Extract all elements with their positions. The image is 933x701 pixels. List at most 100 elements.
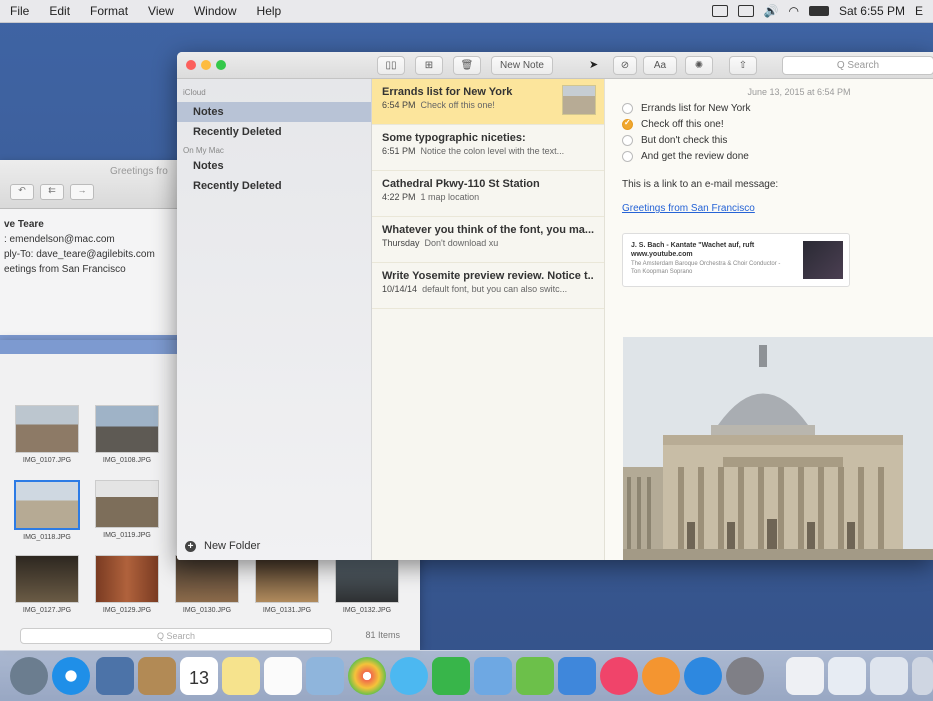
contacts-icon[interactable] — [138, 657, 176, 695]
note-thumbnail — [562, 85, 596, 115]
photo-thumb[interactable]: IMG_0130.JPG — [174, 555, 240, 614]
checkbox[interactable] — [622, 151, 633, 162]
cursor-icon: ➤ — [589, 59, 599, 71]
checkbox[interactable] — [622, 103, 633, 114]
mail-to: : emendelson@mac.com — [4, 234, 115, 245]
notes-toolbar: ▯▯ ⊞ 🗑 New Note ➤ ⊘ Aa ✺ ⇧ Q Search — [177, 52, 933, 79]
forward-button[interactable]: → — [70, 184, 94, 200]
launchpad-icon[interactable] — [10, 657, 48, 695]
note-item-selected[interactable]: Errands list for New York 6:54 PM Check … — [372, 79, 604, 125]
photo-name: IMG_0130.JPG — [182, 607, 232, 614]
checklist-item[interactable]: But don't check this — [622, 135, 933, 146]
photo-thumb[interactable]: IMG_0127.JPG — [14, 555, 80, 614]
basilica-photo[interactable] — [623, 337, 933, 560]
photo-button[interactable]: ✺ — [685, 56, 713, 75]
new-folder-button[interactable]: + New Folder — [185, 540, 260, 552]
photos-app-icon[interactable] — [348, 657, 386, 695]
wifi-icon[interactable]: ◠ — [788, 4, 798, 18]
menu-edit[interactable]: Edit — [39, 4, 80, 18]
menubar-extra[interactable]: E — [915, 4, 923, 18]
notes-search-field[interactable]: Q Search — [782, 56, 933, 75]
checklist-item[interactable]: Check off this one! — [622, 118, 933, 130]
preview-icon[interactable] — [306, 657, 344, 695]
ibooks-icon[interactable] — [642, 657, 680, 695]
checklist-item[interactable]: And get the review done — [622, 151, 933, 162]
app-store-icon[interactable] — [684, 657, 722, 695]
delete-button[interactable]: 🗑 — [453, 56, 481, 75]
folder-icloud-recently-deleted[interactable]: Recently Deleted — [177, 122, 371, 142]
photo-thumb[interactable]: IMG_0129.JPG — [94, 555, 160, 614]
photo-thumb-selected[interactable]: IMG_0118.JPG — [14, 480, 80, 541]
zoom-button[interactable] — [216, 60, 226, 70]
checkbox[interactable] — [622, 135, 633, 146]
reminders-icon[interactable] — [264, 657, 302, 695]
folder-mac-notes[interactable]: Notes — [177, 156, 371, 176]
calendar-icon[interactable]: 13 — [180, 657, 218, 695]
share-button[interactable]: ⇧ — [729, 56, 757, 75]
trash-icon: 🗑 — [460, 60, 474, 71]
keynote-icon[interactable] — [558, 657, 596, 695]
checklist-item[interactable]: Errands list for New York — [622, 103, 933, 114]
checkbox-checked[interactable] — [622, 118, 633, 130]
volume-icon[interactable]: 🔊 — [764, 4, 779, 18]
menu-file[interactable]: File — [0, 4, 39, 18]
camera-icon[interactable] — [711, 5, 728, 17]
new-note-button[interactable]: New Note — [491, 56, 553, 75]
minimize-button[interactable] — [201, 60, 211, 70]
document-icon[interactable] — [786, 657, 824, 695]
attachments-button[interactable]: ⊞ — [415, 56, 443, 75]
photo-image — [14, 480, 80, 530]
format-label: Aa — [653, 60, 667, 71]
facetime-icon[interactable] — [432, 657, 470, 695]
checklist-button[interactable]: ⊘ — [613, 56, 637, 75]
photo-thumb[interactable]: IMG_0107.JPG — [14, 405, 80, 464]
icloud-header: iCloud — [183, 88, 206, 97]
trash-dock-icon[interactable] — [912, 657, 933, 695]
sidebar-toggle-button[interactable]: ▯▯ — [377, 56, 405, 75]
menu-window[interactable]: Window — [184, 4, 247, 18]
card-description: The Amsterdam Baroque Orchestra & Choir … — [631, 261, 781, 275]
screenshot-icon[interactable] — [828, 657, 866, 695]
photo-name: IMG_0129.JPG — [102, 607, 152, 614]
photo-thumb[interactable]: IMG_0108.JPG — [94, 405, 160, 464]
note-item[interactable]: Some typographic niceties: 6:51 PM Notic… — [372, 125, 604, 171]
menubar-clock[interactable]: Sat 6:55 PM — [839, 4, 905, 18]
email-link[interactable]: Greetings from San Francisco — [622, 203, 933, 214]
photo-thumb[interactable]: IMG_0131.JPG — [254, 555, 320, 614]
safari-icon[interactable] — [52, 657, 90, 695]
window-icon[interactable] — [870, 657, 908, 695]
reply-button[interactable]: ↶ — [10, 184, 34, 200]
menu-format[interactable]: Format — [80, 4, 138, 18]
menu-view[interactable]: View — [138, 4, 184, 18]
folder-icloud-notes[interactable]: Notes — [177, 102, 371, 122]
numbers-icon[interactable] — [516, 657, 554, 695]
photo-name: IMG_0118.JPG — [23, 534, 71, 541]
photo-thumb[interactable]: IMG_0132.JPG — [334, 555, 400, 614]
youtube-link-card[interactable]: J. S. Bach - Kantate "Wachet auf, ruft w… — [622, 233, 850, 287]
note-item[interactable]: Write Yosemite preview review. Notice t.… — [372, 263, 604, 309]
note-editor[interactable]: June 13, 2015 at 6:54 PM Errands list fo… — [605, 79, 933, 560]
notes-app-icon[interactable] — [222, 657, 260, 695]
note-item[interactable]: Cathedral Pkwy-110 St Station 4:22 PM 1 … — [372, 171, 604, 217]
photo-name: IMG_0107.JPG — [22, 457, 72, 464]
system-preferences-icon[interactable] — [726, 657, 764, 695]
note-item[interactable]: Whatever you think of the font, you ma..… — [372, 217, 604, 263]
photo-thumb[interactable]: IMG_0119.JPG — [94, 480, 160, 539]
folder-mac-recently-deleted[interactable]: Recently Deleted — [177, 176, 371, 196]
airplay-icon[interactable] — [737, 5, 754, 17]
mail-title: Greetings fro — [110, 166, 168, 177]
mail-icon[interactable] — [96, 657, 134, 695]
reply-all-button[interactable]: ⇇ — [40, 184, 64, 200]
itunes-icon[interactable] — [600, 657, 638, 695]
photos-search-field[interactable]: Q Search — [20, 628, 332, 644]
photo-image — [95, 405, 159, 453]
photo-image — [15, 555, 79, 603]
checklist-text: Check off this one! — [641, 119, 724, 130]
close-button[interactable] — [186, 60, 196, 70]
note-preview: Check off this one! — [420, 100, 495, 110]
menu-help[interactable]: Help — [247, 4, 292, 18]
pages-icon[interactable] — [474, 657, 512, 695]
format-button[interactable]: Aa — [643, 56, 677, 75]
battery-icon[interactable] — [808, 6, 829, 16]
messages-icon[interactable] — [390, 657, 428, 695]
